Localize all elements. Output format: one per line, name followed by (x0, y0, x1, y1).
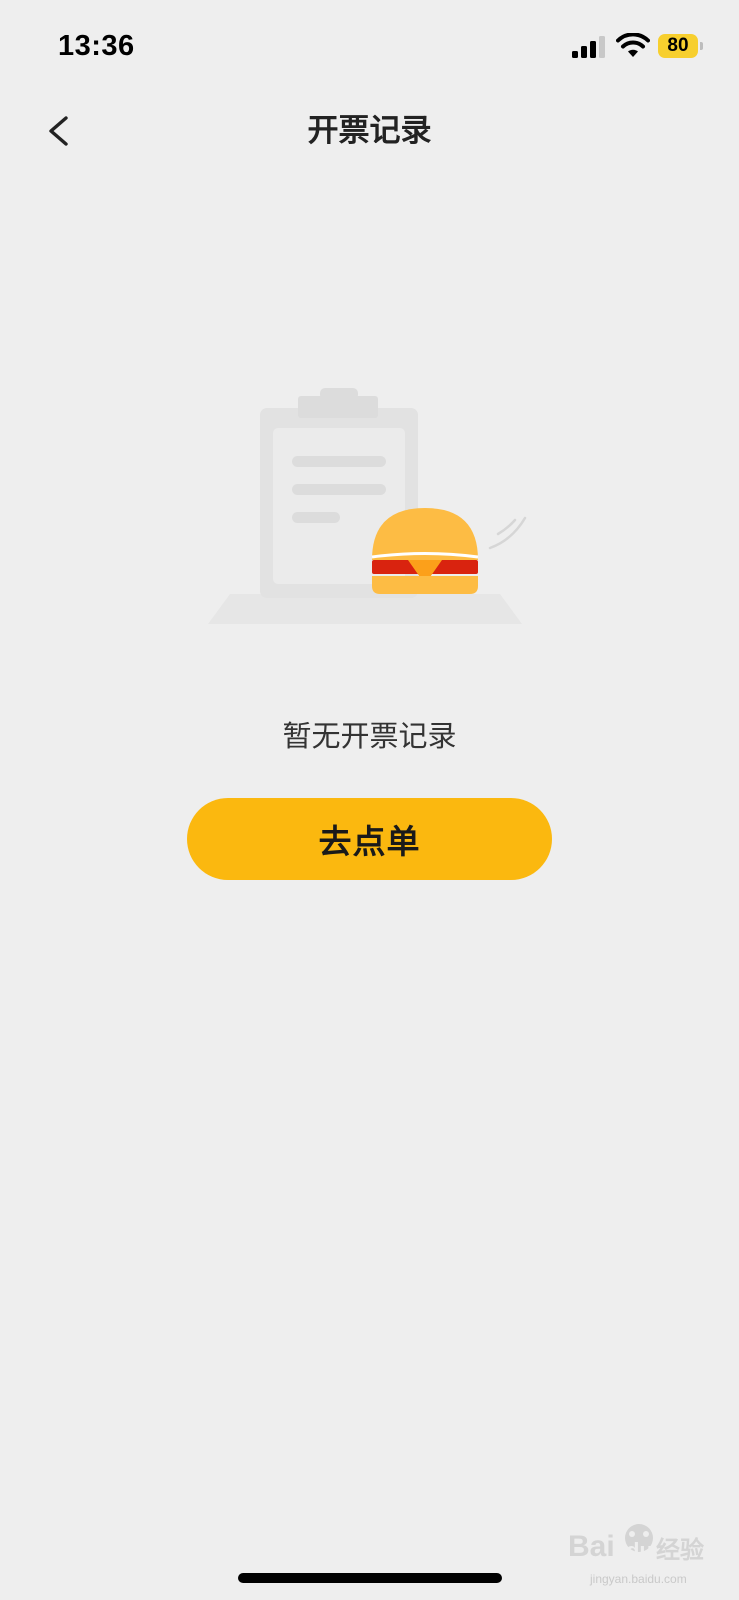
page-title: 开票记录 (307, 113, 432, 149)
watermark-url: jingyan.baidu.com (590, 1572, 687, 1586)
svg-text:Bai: Bai (568, 1530, 615, 1563)
svg-text:经验: 经验 (656, 1536, 704, 1564)
status-time: 13:36 (58, 30, 135, 62)
go-order-button[interactable]: 去点单 (187, 798, 552, 880)
battery-cap (700, 42, 703, 50)
battery-indicator: 80 (658, 34, 704, 58)
wifi-icon (616, 33, 650, 57)
empty-state-message: 暂无开票记录 (282, 719, 457, 753)
cellular-signal-icon (572, 36, 605, 58)
go-order-button-label: 去点单 (318, 822, 421, 861)
clipboard-with-burger-icon (208, 388, 527, 624)
battery-level: 80 (667, 35, 689, 56)
baidu-jingyan-logo: Bai du 经验 (568, 1524, 704, 1564)
status-bar: 13:36 80 (0, 0, 739, 95)
svg-text:du: du (626, 1538, 653, 1563)
home-indicator (238, 1573, 502, 1583)
